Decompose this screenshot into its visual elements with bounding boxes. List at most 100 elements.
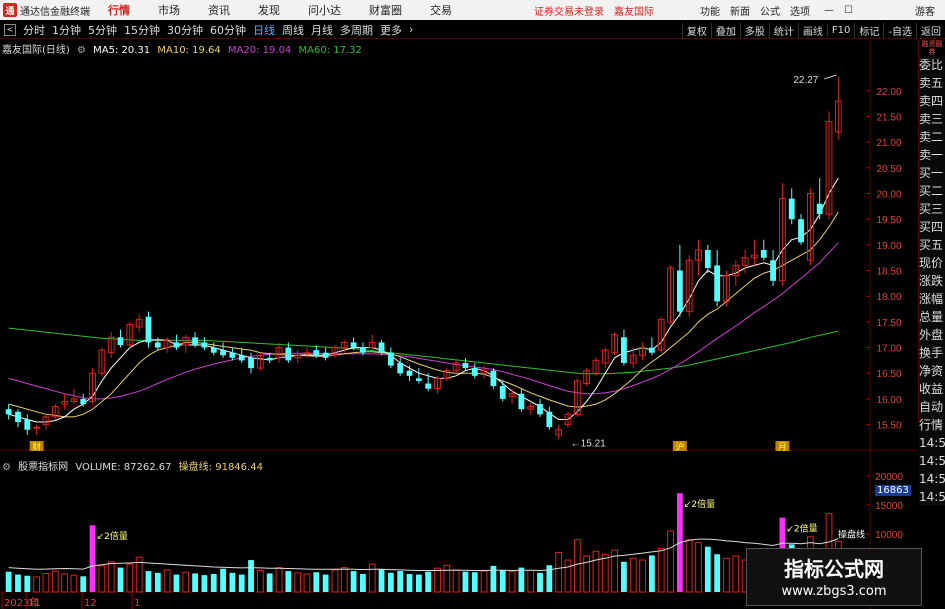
volume-bar: [24, 575, 31, 592]
price-tick-label: 20.50: [876, 164, 901, 175]
btn-remove-watch[interactable]: -自选: [883, 22, 916, 38]
side-panel-item[interactable]: 总量: [919, 308, 945, 326]
side-panel-item[interactable]: 买四: [919, 218, 945, 236]
side-panel-item[interactable]: 卖三: [919, 110, 945, 128]
guest-label[interactable]: 游客: [915, 3, 935, 18]
period-daily[interactable]: 日线: [253, 22, 275, 38]
menu-news[interactable]: 资讯: [206, 2, 232, 18]
period-multi[interactable]: 多周期: [340, 22, 373, 38]
candle-body: [425, 383, 432, 389]
volume-bar: [313, 572, 320, 592]
volume-bar: [657, 547, 665, 593]
menu-ask[interactable]: 问小达: [306, 2, 343, 18]
gear-icon[interactable]: ⚙: [2, 462, 11, 473]
side-panel-item[interactable]: 净资: [919, 362, 945, 380]
side-panel-item[interactable]: 自动: [919, 398, 945, 416]
period-15min[interactable]: 15分钟: [124, 22, 160, 38]
event-marker-text: 财: [32, 441, 41, 453]
login-notice[interactable]: 证券交易未登录: [534, 3, 604, 18]
side-panel-item[interactable]: 外盘: [919, 326, 945, 344]
stock-period-label: 嘉友国际(日线): [2, 45, 70, 56]
menu-hangqing[interactable]: 行情: [106, 2, 132, 18]
menu-discover[interactable]: 发现: [256, 2, 282, 18]
btn-f10[interactable]: F10: [826, 24, 854, 36]
menu-new-page[interactable]: 新面: [730, 3, 750, 18]
menu-options[interactable]: 选项: [790, 3, 810, 18]
candle-body: [248, 357, 254, 369]
side-panel-item[interactable]: 14:5: [919, 434, 945, 452]
candle-body: [714, 265, 721, 302]
menu-trade[interactable]: 交易: [428, 2, 454, 18]
candle-body: [770, 260, 776, 281]
volume-bar: [350, 571, 357, 592]
btn-mark[interactable]: 标记: [854, 22, 883, 38]
btn-draw[interactable]: 画线: [797, 22, 827, 38]
side-panel-item[interactable]: 卖一: [919, 146, 945, 164]
side-panel-item[interactable]: 卖五: [919, 74, 945, 92]
app-logo-icon: 通: [3, 3, 17, 17]
btn-multi-stock[interactable]: 多股: [739, 22, 769, 38]
menu-bar: 通 通达信金融终端 行情 市场 资讯 发现 问小达 财富圈 交易 证券交易未登录…: [0, 0, 945, 20]
candle-body: [24, 419, 31, 430]
back-arrow-icon[interactable]: <: [4, 23, 16, 36]
period-more[interactable]: 更多: [380, 22, 402, 38]
volume-bar: [360, 573, 366, 592]
kline-chart[interactable]: 22.00 21.50 21.00 20.50 20.00 19.50 19.00 18.50…: [0, 40, 918, 609]
side-panel-item[interactable]: 涨幅: [919, 290, 945, 308]
side-panel-item[interactable]: 现价: [919, 254, 945, 272]
volume-current-badge: 16863: [875, 485, 911, 496]
period-weekly[interactable]: 周线: [282, 22, 304, 38]
vol-tick-label: 10000: [875, 530, 903, 541]
candle-body: [303, 352, 311, 355]
side-panel-item[interactable]: 14:5: [919, 470, 945, 488]
period-monthly[interactable]: 月线: [311, 22, 333, 38]
side-panel-item[interactable]: 买一: [919, 164, 945, 182]
candle-body: [760, 250, 767, 258]
side-panel-item[interactable]: 涨跌: [919, 272, 945, 290]
side-panel-item[interactable]: 14:5: [919, 488, 945, 506]
menu-wealth[interactable]: 财富圈: [367, 2, 404, 18]
volume-bar: [322, 574, 329, 592]
volume-bar: [685, 539, 693, 593]
volume-bar: [695, 542, 702, 593]
price-tick-label: 18.00: [876, 292, 901, 303]
period-5min[interactable]: 5分钟: [88, 22, 117, 38]
maximize-icon[interactable]: ☐: [844, 5, 853, 16]
menu-formula[interactable]: 公式: [760, 3, 780, 18]
btn-stats[interactable]: 统计: [768, 22, 798, 38]
side-panel-item[interactable]: 收益: [919, 380, 945, 398]
side-panel-item[interactable]: 行情: [919, 416, 945, 434]
high-price-label: 22.27: [793, 75, 818, 86]
side-panel-item[interactable]: 14:5: [919, 452, 945, 470]
gear-icon[interactable]: ⚙: [77, 45, 86, 56]
side-panel-item[interactable]: 换手: [919, 344, 945, 362]
period-1min[interactable]: 1分钟: [52, 22, 81, 38]
menu-function[interactable]: 功能: [700, 3, 720, 18]
volume-bar: [61, 573, 68, 593]
menu-market[interactable]: 市场: [156, 2, 182, 18]
side-panel-item[interactable]: 卖四: [919, 92, 945, 110]
chevron-right-icon[interactable]: ›: [409, 23, 413, 36]
volume-bar: [275, 567, 283, 593]
period-60min[interactable]: 60分钟: [210, 22, 246, 38]
side-panel-item[interactable]: 委比: [919, 56, 945, 74]
volume-bar: [527, 570, 535, 593]
btn-fuquan[interactable]: 复权: [681, 22, 711, 38]
side-panel-item[interactable]: 买五: [919, 236, 945, 254]
period-intraday[interactable]: 分时: [23, 22, 45, 38]
period-30min[interactable]: 30分钟: [167, 22, 203, 38]
side-panel-item[interactable]: 卖二: [919, 128, 945, 146]
btn-overlay[interactable]: 叠加: [710, 22, 740, 38]
volume-bar: [397, 571, 404, 592]
margin-note: 融资融券: [921, 40, 943, 56]
volume-bar: [471, 572, 478, 592]
btn-back[interactable]: 返回: [916, 22, 945, 38]
volume-bar: [229, 572, 236, 592]
date-axis-label: 11: [28, 598, 41, 609]
side-panel-item[interactable]: 买二: [919, 182, 945, 200]
side-panel-item[interactable]: 买三: [919, 200, 945, 218]
high-arrow: [824, 74, 837, 80]
volume-bar: [285, 571, 292, 592]
volume-bar: [592, 550, 600, 593]
minimize-icon[interactable]: —: [824, 5, 834, 16]
